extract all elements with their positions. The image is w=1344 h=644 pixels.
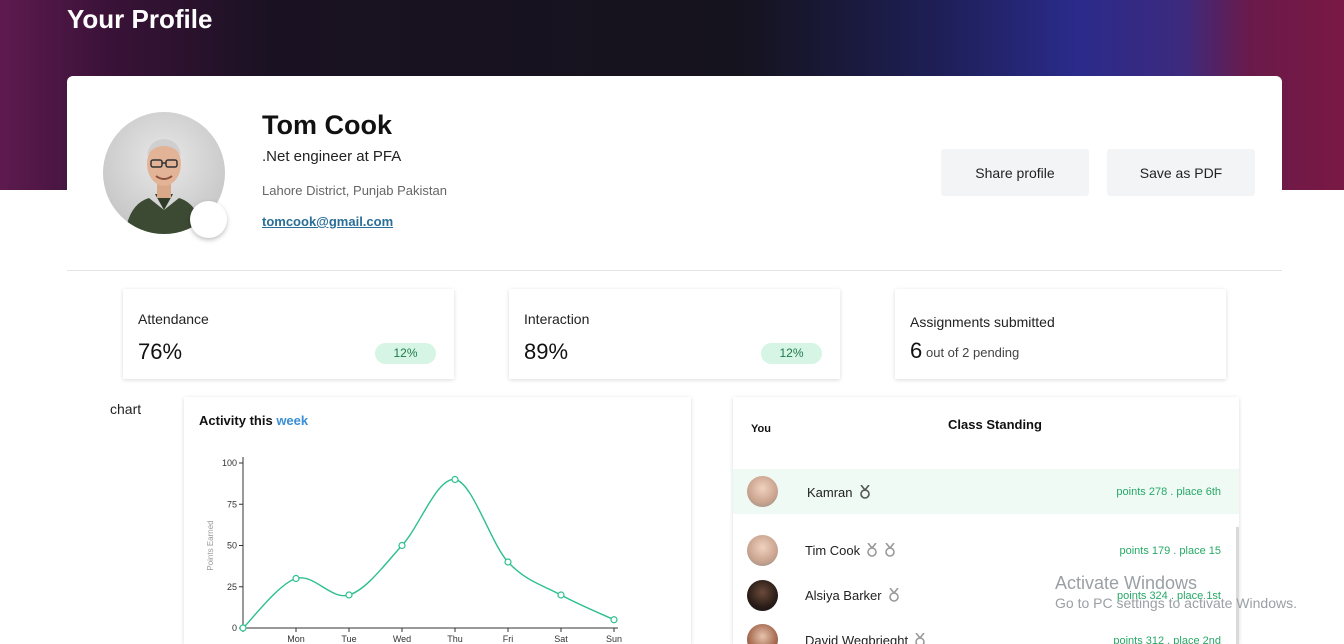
stat-label: Attendance [138,311,209,327]
stat-card-interaction: Interaction 89% 12% [509,289,840,379]
stat-value: 6 [910,338,923,363]
x-tick-label: Wed [393,634,411,644]
standing-points: points 179 . place 15 [1119,545,1221,557]
y-tick-label: 0 [232,623,237,633]
x-tick-label: Mon [287,634,305,644]
chart-section-label: chart [110,401,142,417]
standing-name: Kamran [807,485,871,500]
stat-subtext: out of 2 pending [926,345,1020,360]
y-tick-label: 100 [222,458,237,468]
avatar [747,535,778,566]
avatar [747,580,778,611]
standing-row-current-user[interactable]: Kamran points 278 . place 6th [733,469,1239,514]
stat-card-attendance: Attendance 76% 12% [123,289,454,379]
class-standing-card: You Class Standing Kamran points 278 . p… [733,397,1239,644]
standing-points: points 278 . place 6th [1116,486,1221,498]
share-profile-button[interactable]: Share profile [941,149,1089,196]
stat-value: 89% [524,339,569,364]
y-tick-label: 25 [227,582,237,592]
data-point [398,541,406,550]
y-tick-label: 50 [227,541,237,551]
x-tick-label: Sat [554,634,568,644]
series-line [242,478,615,629]
profile-name: Tom Cook [262,110,392,140]
x-tick-label: Tue [341,634,356,644]
data-point [345,591,353,599]
standing-name: Tim Cook [805,543,896,558]
profile-email-link[interactable]: tomcook@gmail.com [262,214,393,229]
section-divider [67,270,1282,271]
profile-role: .Net engineer at PFA [262,148,402,165]
standing-points: points 324 . place 1st [1117,590,1221,602]
y-tick-label: 75 [227,499,237,509]
medal-icon [859,485,870,499]
stat-label: Interaction [524,311,590,327]
medal-icon [885,543,895,557]
standing-row[interactable]: David Wegbrieght points 312 . place 2nd [733,618,1239,644]
activity-line-chart: 0 25 50 75 100 Mon Tue Wed Thu Fri Sat Sun Points Ea… [206,457,622,644]
standing-row[interactable]: Alsiya Barker points 324 . place 1st [733,573,1239,618]
standing-points: points 312 . place 2nd [1113,635,1221,644]
stat-value: 76% [138,339,183,364]
stat-change-badge: 12% [375,343,436,364]
x-tick-label: Fri [503,634,514,644]
data-point [292,574,300,583]
data-point [239,624,247,632]
stat-label: Assignments submitted [910,314,1055,330]
standing-row[interactable]: Tim Cook points 179 . place 15 [733,528,1239,573]
medal-icon [915,633,925,644]
data-point [557,591,565,599]
stat-card-assignments: Assignments submitted 6 out of 2 pending [895,289,1226,379]
save-as-pdf-button[interactable]: Save as PDF [1107,149,1255,196]
standing-scrollbar[interactable] [1236,527,1239,644]
page-title: Your Profile [67,4,213,34]
data-point [610,616,618,624]
avatar [747,476,778,507]
data-point [451,475,459,484]
avatar [747,624,778,644]
stat-change-badge: 12% [761,343,822,364]
class-standing-title: Class Standing [948,417,1042,432]
activity-chart-card: Activity this week 0 25 50 75 100 Mon Tue Wed Th… [184,397,691,644]
x-tick-label: Sun [606,634,622,644]
standing-name: David Wegbrieght [805,633,926,644]
x-tick-label: Thu [447,634,463,644]
medal-icon [888,588,899,602]
avatar-status-indicator [190,201,227,238]
y-axis-label: Points Earned [206,520,215,570]
standing-name: Alsiya Barker [805,588,900,603]
profile-card: Tom Cook .Net engineer at PFA Lahore Dis… [67,76,1282,271]
medal-icon [867,543,877,557]
data-point [504,558,512,566]
profile-location: Lahore District, Punjab Pakistan [262,183,447,198]
